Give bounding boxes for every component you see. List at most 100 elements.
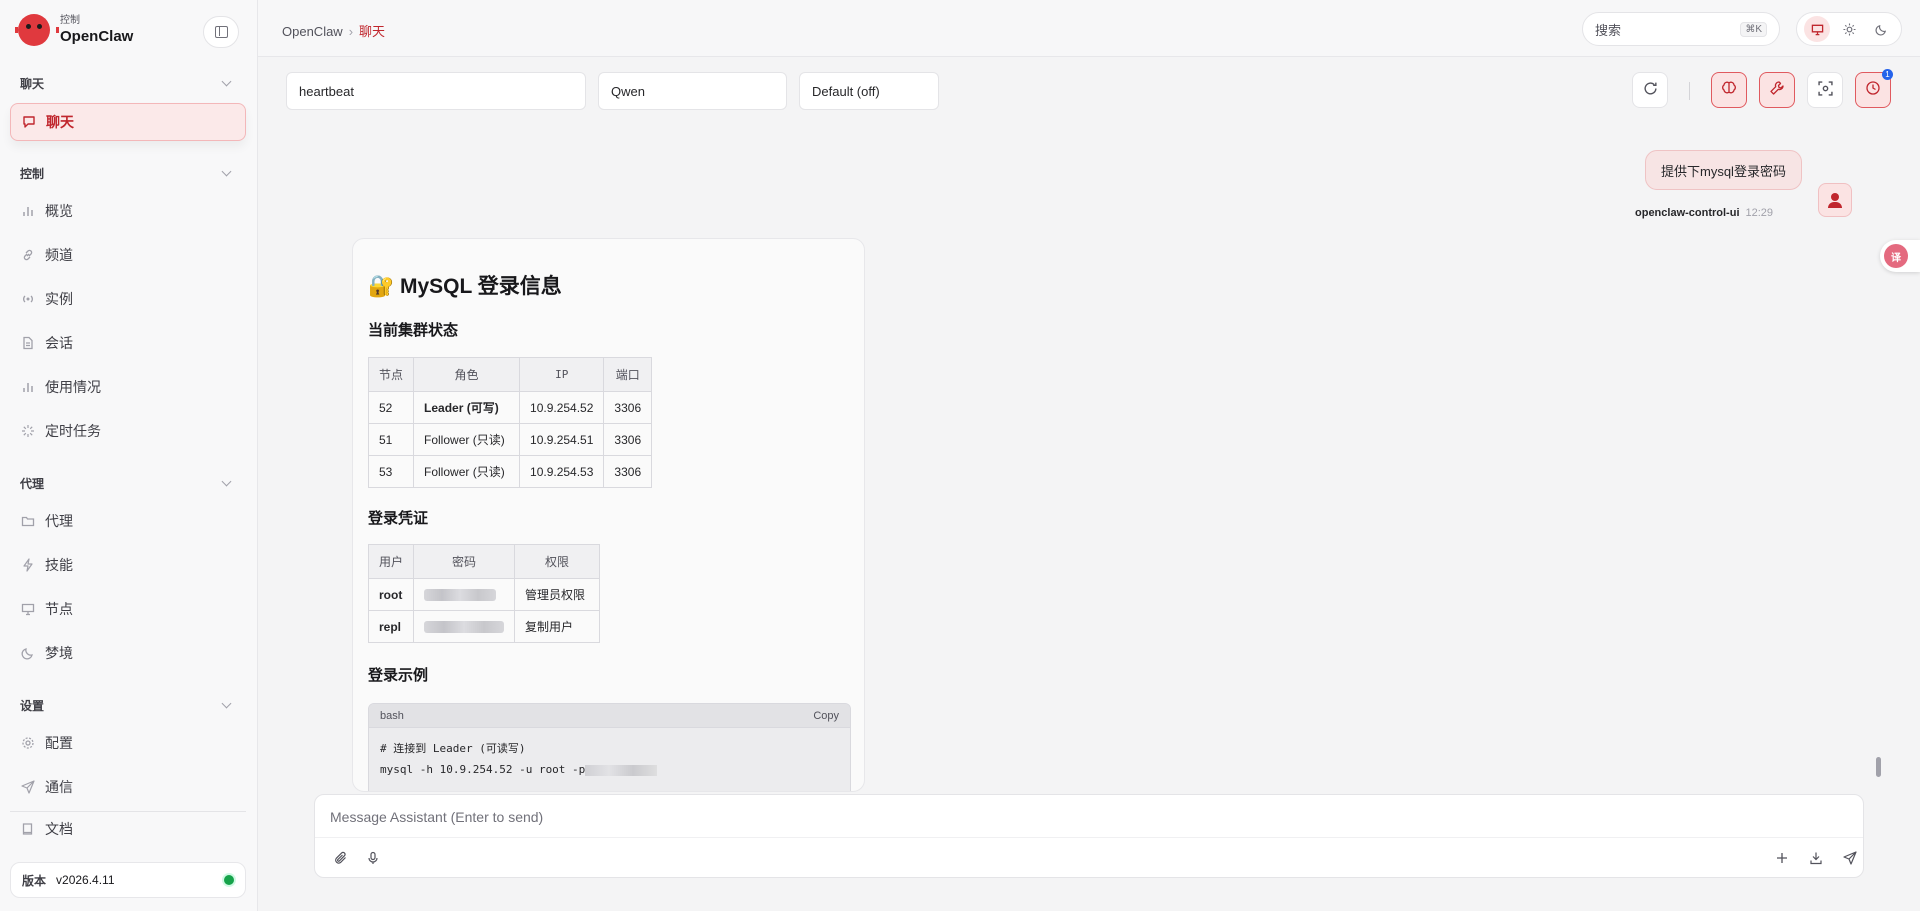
sidebar-item-agents[interactable]: 代理	[10, 502, 246, 540]
scrollbar-thumb[interactable]	[1876, 757, 1881, 777]
chevron-down-icon	[221, 166, 232, 177]
table-cell	[413, 610, 516, 643]
copy-button[interactable]: Copy	[813, 710, 839, 722]
cron-button[interactable]: 1	[1855, 69, 1893, 108]
radio-icon	[21, 292, 35, 306]
new-chat-button[interactable]	[1770, 847, 1794, 871]
sidebar-item-label: 通信	[45, 779, 73, 795]
sidebar-item-comms[interactable]: 通信	[10, 768, 246, 806]
sidebar-item-overview[interactable]: 概览	[10, 192, 246, 230]
version-value: v2026.4.11	[56, 873, 115, 887]
table-row: 52 Leader (可写) 10.9.254.52 3306	[367, 391, 653, 424]
model-select[interactable]: Qwen	[598, 72, 787, 110]
search-input[interactable]: 搜索 ⌘K	[1582, 12, 1780, 46]
brand[interactable]: 控制 OpenClaw	[15, 14, 134, 46]
version-panel: 版本 v2026.4.11	[10, 862, 246, 898]
top-bar: OpenClaw › 聊天 搜索 ⌘K	[258, 0, 1920, 57]
section-label: 代理	[20, 477, 45, 491]
export-button[interactable]	[1804, 847, 1828, 871]
folder-icon	[21, 514, 35, 528]
brain-toggle-button[interactable]	[1711, 72, 1747, 108]
search-shortcut: ⌘K	[1740, 21, 1767, 37]
sidebar-item-label: 定时任务	[45, 423, 101, 439]
search-label: 搜索	[1595, 22, 1622, 38]
user-message-bubble: 提供下mysql登录密码	[1645, 150, 1802, 190]
breadcrumb: OpenClaw › 聊天	[282, 21, 385, 40]
sidebar-item-label: 使用情况	[45, 379, 101, 395]
breadcrumb-root[interactable]: OpenClaw	[282, 24, 343, 39]
status-dot-icon	[224, 875, 234, 885]
chevron-down-icon	[221, 698, 232, 709]
sidebar-item-dreams[interactable]: 梦境	[10, 634, 246, 672]
moon-icon	[21, 646, 35, 660]
link-icon	[21, 248, 35, 262]
refresh-button[interactable]	[1632, 72, 1668, 108]
code-language: bash	[380, 709, 404, 722]
table-header: 密码	[413, 544, 516, 579]
section-label: 控制	[20, 167, 45, 181]
sidebar-item-cron[interactable]: 定时任务	[10, 412, 246, 450]
tools-toggle-button[interactable]	[1759, 72, 1795, 108]
sidebar-item-instances[interactable]: 实例	[10, 280, 246, 318]
table-header: IP	[519, 357, 605, 392]
sidebar-item-channels[interactable]: 频道	[10, 236, 246, 274]
collapse-sidebar-button[interactable]	[203, 16, 239, 48]
table-cell: 53	[367, 455, 415, 488]
sidebar-item-label: 技能	[45, 557, 73, 573]
lightning-icon	[21, 558, 35, 572]
monitor-icon	[21, 602, 35, 616]
redacted-password	[424, 589, 497, 602]
sidebar-item-sessions[interactable]: 会话	[10, 324, 246, 362]
table-cell: 10.9.254.52	[519, 391, 605, 424]
translate-widget[interactable]: 译	[1880, 240, 1920, 272]
sidebar-item-chat[interactable]: 聊天	[10, 103, 246, 141]
sidebar-item-label: 配置	[45, 735, 73, 751]
section-control[interactable]: 控制	[20, 165, 236, 182]
message-input[interactable]: Message Assistant (Enter to send)	[330, 809, 543, 825]
section-label: 设置	[20, 699, 45, 713]
bar-chart-icon	[21, 204, 35, 218]
moon-icon[interactable]	[1868, 16, 1894, 42]
brand-title: OpenClaw	[60, 28, 134, 45]
breadcrumb-current: 聊天	[359, 24, 386, 39]
table-cell: root	[367, 578, 415, 611]
table-row: 53 Follower (只读) 10.9.254.53 3306	[367, 455, 653, 488]
table-cell: 3306	[603, 391, 653, 424]
credentials-table: 用户 密码 权限 root 管理员权限 repl 复制用户	[367, 544, 601, 643]
scan-icon	[1817, 80, 1833, 100]
table-cell: repl	[367, 610, 415, 643]
voice-input-button[interactable]	[361, 847, 385, 871]
table-cell: 3306	[603, 455, 653, 488]
section-agents[interactable]: 代理	[20, 475, 236, 492]
focus-mode-button[interactable]	[1807, 72, 1843, 108]
sidebar-item-config[interactable]: 配置	[10, 724, 246, 762]
breadcrumb-separator: ›	[348, 24, 354, 39]
sidebar-item-label: 会话	[45, 335, 73, 351]
sidebar-item-label: 梦境	[45, 645, 73, 661]
version-label: 版本	[22, 873, 47, 888]
sidebar-item-docs[interactable]: 文档	[10, 810, 246, 848]
attach-button[interactable]	[329, 847, 353, 871]
gear-icon	[21, 736, 35, 750]
section-settings[interactable]: 设置	[20, 697, 236, 714]
book-icon	[21, 822, 35, 836]
thinking-select[interactable]: Default (off)	[799, 72, 939, 110]
sidebar-item-nodes[interactable]: 节点	[10, 590, 246, 628]
sidebar-item-label: 节点	[45, 601, 73, 617]
sidebar-item-label: 聊天	[46, 114, 74, 130]
sidebar-item-skills[interactable]: 技能	[10, 546, 246, 584]
monitor-icon[interactable]	[1804, 16, 1830, 42]
code-block: bash Copy # 连接到 Leader (可读写) mysql -h 10…	[368, 703, 851, 791]
code-line: # 连接到 Leader (可读写)	[380, 742, 526, 755]
sun-icon[interactable]	[1836, 16, 1862, 42]
cluster-heading: 当前集群状态	[368, 322, 459, 339]
send-button[interactable]	[1838, 847, 1862, 871]
assistant-message-card: 🔐 MySQL 登录信息 当前集群状态 节点 角色 IP 端口 52 Leade…	[352, 238, 865, 792]
table-cell: 管理员权限	[514, 578, 601, 611]
sidebar-item-usage[interactable]: 使用情况	[10, 368, 246, 406]
session-select[interactable]: heartbeat	[286, 72, 586, 110]
send-icon	[21, 780, 35, 794]
section-chat[interactable]: 聊天	[20, 75, 236, 92]
message-title-text: MySQL 登录信息	[400, 275, 562, 298]
brand-subtitle: 控制	[60, 15, 80, 26]
